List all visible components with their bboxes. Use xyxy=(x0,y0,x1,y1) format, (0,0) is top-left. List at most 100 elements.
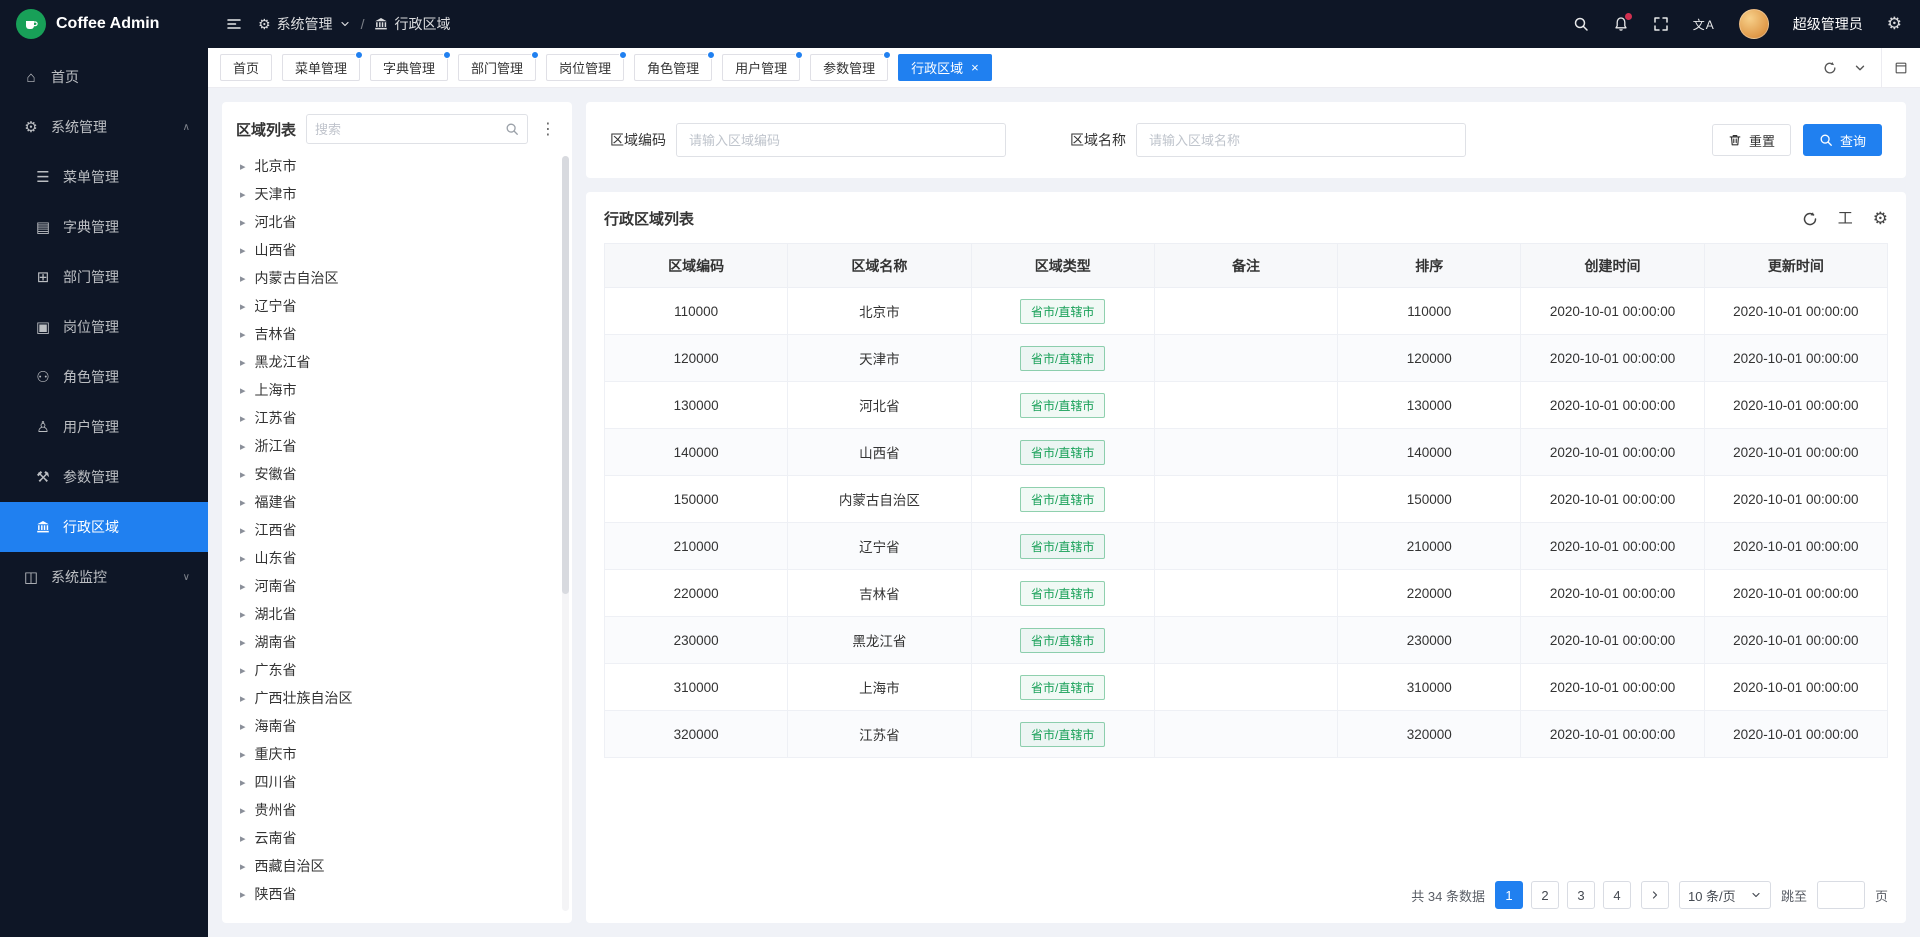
tree-item[interactable]: ▸辽宁省 xyxy=(236,292,558,320)
caret-right-icon: ▸ xyxy=(240,832,246,845)
table-row[interactable]: 210000辽宁省省市/直辖市2100002020-10-01 00:00:00… xyxy=(605,523,1888,570)
refresh-icon[interactable] xyxy=(1823,61,1837,75)
search-icon[interactable] xyxy=(1573,16,1589,32)
breadcrumb-system-item[interactable]: ⚙ 系统管理 xyxy=(258,14,351,34)
table-cell: 110000 xyxy=(605,288,788,335)
table-row[interactable]: 140000山西省省市/直辖市1400002020-10-01 00:00:00… xyxy=(605,429,1888,476)
tab-menu-chevron-icon[interactable] xyxy=(1853,61,1867,75)
jump-page-input[interactable] xyxy=(1817,881,1865,909)
tab-home[interactable]: 首页 xyxy=(220,54,272,81)
tree-item[interactable]: ▸云南省 xyxy=(236,824,558,852)
table-density-icon[interactable]: 工 xyxy=(1838,211,1853,226)
tree-item[interactable]: ▸湖南省 xyxy=(236,628,558,656)
caret-right-icon: ▸ xyxy=(240,636,246,649)
tree-item[interactable]: ▸河北省 xyxy=(236,208,558,236)
column-settings-gear-icon[interactable]: ⚙ xyxy=(1873,210,1888,227)
tab-region[interactable]: 行政区域× xyxy=(898,54,992,81)
sidebar-item-home[interactable]: ⌂首页 xyxy=(0,52,208,102)
tree-item[interactable]: ▸甘肃省 xyxy=(236,908,558,911)
region-code-input[interactable] xyxy=(676,123,1006,157)
tab-dict[interactable]: 字典管理 xyxy=(370,54,448,81)
region-name-input[interactable] xyxy=(1136,123,1466,157)
tree-item[interactable]: ▸吉林省 xyxy=(236,320,558,348)
table-row[interactable]: 120000天津市省市/直辖市1200002020-10-01 00:00:00… xyxy=(605,335,1888,382)
search-button[interactable]: 查询 xyxy=(1803,124,1882,156)
refresh-icon[interactable] xyxy=(1802,211,1818,227)
username[interactable]: 超级管理员 xyxy=(1793,14,1863,34)
sidebar-item-dept[interactable]: ⊞部门管理 xyxy=(0,252,208,302)
table-row[interactable]: 310000上海市省市/直辖市3100002020-10-01 00:00:00… xyxy=(605,664,1888,711)
page-size-select[interactable]: 10 条/页 xyxy=(1679,881,1771,909)
search-icon[interactable] xyxy=(505,122,519,136)
next-page-button[interactable] xyxy=(1641,881,1669,909)
tree-item[interactable]: ▸江苏省 xyxy=(236,404,558,432)
table-row[interactable]: 320000江苏省省市/直辖市3200002020-10-01 00:00:00… xyxy=(605,711,1888,758)
page-button-4[interactable]: 4 xyxy=(1603,881,1631,909)
tab-role[interactable]: 角色管理 xyxy=(634,54,712,81)
tree-item-label: 浙江省 xyxy=(255,436,297,456)
table-row[interactable]: 130000河北省省市/直辖市1300002020-10-01 00:00:00… xyxy=(605,382,1888,429)
notification-bell-icon[interactable] xyxy=(1613,16,1629,32)
breadcrumb-region-item[interactable]: 行政区域 xyxy=(374,14,450,34)
sidebar-item-system[interactable]: ⚙系统管理∧ xyxy=(0,102,208,152)
user-avatar[interactable] xyxy=(1739,9,1769,39)
translate-icon[interactable]: 文A xyxy=(1693,16,1715,33)
column-header: 备注 xyxy=(1154,244,1337,288)
tree-item[interactable]: ▸山东省 xyxy=(236,544,558,572)
content-fullscreen-icon[interactable] xyxy=(1881,48,1920,87)
tree-item[interactable]: ▸北京市 xyxy=(236,152,558,180)
sidebar-item-menu[interactable]: ☰菜单管理 xyxy=(0,152,208,202)
tree-item[interactable]: ▸重庆市 xyxy=(236,740,558,768)
tree-item[interactable]: ▸江西省 xyxy=(236,516,558,544)
tree-item[interactable]: ▸福建省 xyxy=(236,488,558,516)
tab-user[interactable]: 用户管理 xyxy=(722,54,800,81)
table-row[interactable]: 220000吉林省省市/直辖市2200002020-10-01 00:00:00… xyxy=(605,570,1888,617)
page-button-3[interactable]: 3 xyxy=(1567,881,1595,909)
sidebar-item-role[interactable]: ⚇角色管理 xyxy=(0,352,208,402)
sidebar-item-post[interactable]: ▣岗位管理 xyxy=(0,302,208,352)
tree-item[interactable]: ▸海南省 xyxy=(236,712,558,740)
more-options-icon[interactable]: ⋮ xyxy=(538,119,558,139)
sidebar-item-region[interactable]: 行政区域 xyxy=(0,502,208,552)
tree-item[interactable]: ▸浙江省 xyxy=(236,432,558,460)
collapse-sidebar-icon[interactable] xyxy=(226,16,242,32)
table-row[interactable]: 150000内蒙古自治区省市/直辖市1500002020-10-01 00:00… xyxy=(605,476,1888,523)
page-button-2[interactable]: 2 xyxy=(1531,881,1559,909)
page-button-1[interactable]: 1 xyxy=(1495,881,1523,909)
table-row[interactable]: 230000黑龙江省省市/直辖市2300002020-10-01 00:00:0… xyxy=(605,617,1888,664)
tree-item[interactable]: ▸河南省 xyxy=(236,572,558,600)
sidebar-item-monitor[interactable]: ◫系统监控∨ xyxy=(0,552,208,602)
tree-item[interactable]: ▸广西壮族自治区 xyxy=(236,684,558,712)
monitor-icon: ◫ xyxy=(22,568,40,586)
tree-item[interactable]: ▸贵州省 xyxy=(236,796,558,824)
tree-scrollbar[interactable] xyxy=(562,156,569,911)
tree-item[interactable]: ▸内蒙古自治区 xyxy=(236,264,558,292)
tree-item[interactable]: ▸黑龙江省 xyxy=(236,348,558,376)
sidebar-item-dict[interactable]: ▤字典管理 xyxy=(0,202,208,252)
tree-item[interactable]: ▸上海市 xyxy=(236,376,558,404)
tab-param[interactable]: 参数管理 xyxy=(810,54,888,81)
tree-item[interactable]: ▸山西省 xyxy=(236,236,558,264)
tree-item[interactable]: ▸西藏自治区 xyxy=(236,852,558,880)
tree-item[interactable]: ▸广东省 xyxy=(236,656,558,684)
tree-item[interactable]: ▸陕西省 xyxy=(236,880,558,908)
table-cell: 120000 xyxy=(605,335,788,382)
tab-post[interactable]: 岗位管理 xyxy=(546,54,624,81)
column-header: 区域类型 xyxy=(971,244,1154,288)
sidebar-item-user[interactable]: ♙用户管理 xyxy=(0,402,208,452)
tree-item[interactable]: ▸湖北省 xyxy=(236,600,558,628)
table-row[interactable]: 110000北京市省市/直辖市1100002020-10-01 00:00:00… xyxy=(605,288,1888,335)
tree-item[interactable]: ▸天津市 xyxy=(236,180,558,208)
tab-dept[interactable]: 部门管理 xyxy=(458,54,536,81)
tree-search-input[interactable] xyxy=(315,122,499,137)
tree-item[interactable]: ▸安徽省 xyxy=(236,460,558,488)
reset-button[interactable]: 重置 xyxy=(1712,124,1791,156)
settings-gear-icon[interactable]: ⚙ xyxy=(1887,14,1902,34)
close-icon[interactable]: × xyxy=(971,61,979,74)
tree-scrollbar-thumb[interactable] xyxy=(562,156,569,594)
tree-item[interactable]: ▸四川省 xyxy=(236,768,558,796)
tab-menu[interactable]: 菜单管理 xyxy=(282,54,360,81)
fullscreen-icon[interactable] xyxy=(1653,16,1669,32)
sidebar-item-param[interactable]: ⚒参数管理 xyxy=(0,452,208,502)
caret-right-icon: ▸ xyxy=(240,328,246,341)
